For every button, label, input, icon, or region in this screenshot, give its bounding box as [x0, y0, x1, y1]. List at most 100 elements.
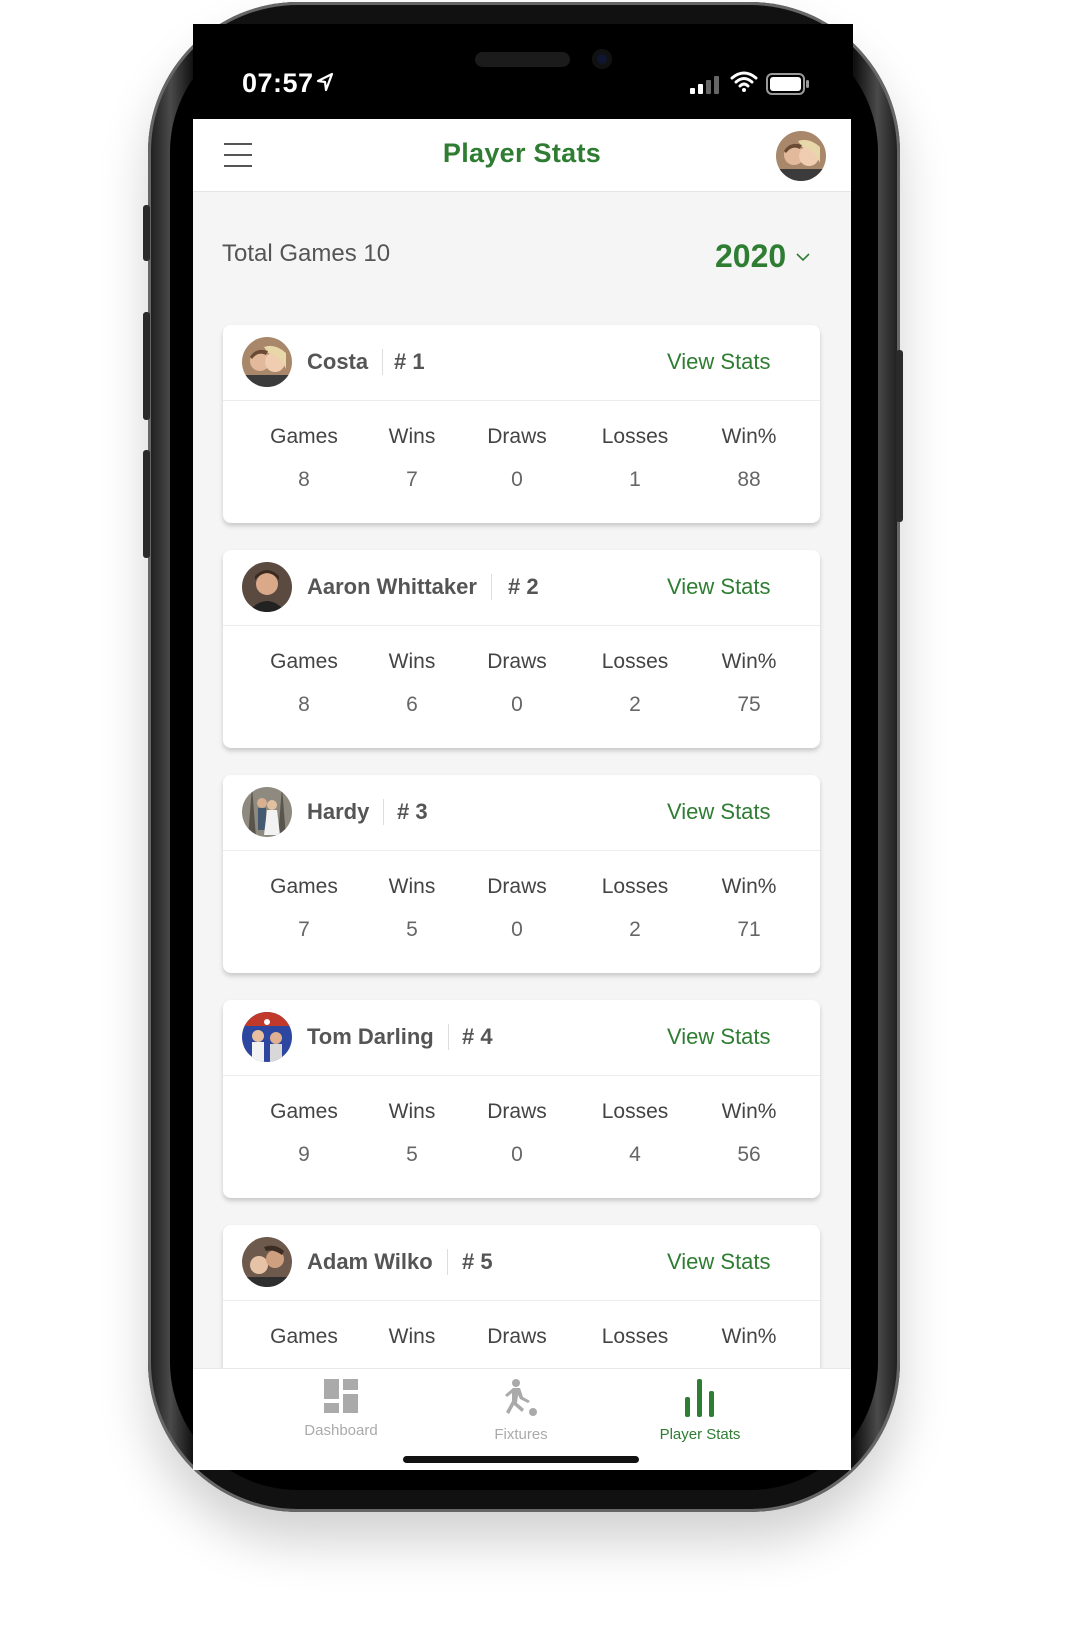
- bar-chart-icon: [685, 1379, 714, 1417]
- stat-label: Games: [270, 425, 338, 448]
- tab-label: Dashboard: [304, 1422, 378, 1439]
- player-avatar: [242, 562, 292, 612]
- stat-games: Games 8: [249, 650, 359, 717]
- stat-value: 7: [298, 918, 310, 941]
- stat-games: Games 8: [249, 425, 359, 492]
- stat-games: Games 7: [249, 875, 359, 942]
- stat-value: 4: [629, 1143, 641, 1166]
- volume-down-button: [143, 450, 150, 558]
- app-screen: Player Stats Total Games 10 2020 Costa #…: [193, 119, 851, 1470]
- stat-label: Losses: [601, 1325, 669, 1348]
- player-name: Tom Darling: [307, 1024, 449, 1050]
- player-rank: # 3: [397, 799, 428, 824]
- location-arrow-icon: [316, 72, 334, 92]
- stat-wins: Wins: [357, 1325, 467, 1368]
- stat-draws: Draws: [462, 1325, 572, 1368]
- stat-losses: Losses 2: [580, 875, 690, 942]
- stat-win-percent: Win%: [694, 1325, 804, 1368]
- player-card-header: Adam Wilko # 5 View Stats: [223, 1225, 820, 1301]
- stat-draws: Draws 0: [462, 1100, 572, 1167]
- stat-value: 6: [406, 693, 418, 716]
- front-camera: [592, 49, 612, 69]
- stat-draws: Draws 0: [462, 650, 572, 717]
- volume-up-button: [143, 312, 150, 420]
- stat-value: 2: [629, 918, 641, 941]
- stat-wins: Wins 5: [357, 1100, 467, 1167]
- fixtures-icon: [505, 1379, 537, 1416]
- stat-label: Losses: [601, 425, 669, 448]
- stat-games: Games 9: [249, 1100, 359, 1167]
- stat-value: 9: [298, 1143, 310, 1166]
- page-title: Player Stats: [442, 138, 602, 168]
- tab-fixtures[interactable]: Fixtures: [451, 1379, 591, 1443]
- stat-value: 5: [406, 918, 418, 941]
- stat-label: Wins: [388, 1325, 436, 1348]
- battery-icon: [766, 73, 809, 95]
- bottom-tab-bar: Dashboard Fixtures Player Stats: [193, 1368, 851, 1470]
- stat-wins: Wins 5: [357, 875, 467, 942]
- stat-label: Games: [270, 1325, 338, 1348]
- stat-wins: Wins 7: [357, 425, 467, 492]
- player-avatar: [242, 787, 292, 837]
- stat-label: Win%: [721, 650, 777, 673]
- tab-dashboard[interactable]: Dashboard: [271, 1379, 411, 1439]
- stat-label: Losses: [601, 875, 669, 898]
- player-avatar: [242, 1237, 292, 1287]
- dashboard-icon: [324, 1379, 358, 1413]
- player-card: Tom Darling # 4 View Stats Games 9 Wins 5 …: [223, 1000, 820, 1198]
- view-stats-link[interactable]: View Stats: [667, 1249, 771, 1275]
- chevron-down-icon: [796, 253, 810, 262]
- stat-losses: Losses 4: [580, 1100, 690, 1167]
- player-name: Aaron Whittaker: [307, 574, 492, 600]
- tab-player-stats[interactable]: Player Stats: [630, 1379, 770, 1443]
- stat-label: Losses: [601, 1100, 669, 1123]
- stat-value: 8: [298, 693, 310, 716]
- stat-label: Draws: [487, 875, 547, 898]
- view-stats-link[interactable]: View Stats: [667, 1024, 771, 1050]
- stat-label: Draws: [487, 425, 547, 448]
- player-rank: # 5: [462, 1249, 493, 1274]
- power-button: [896, 350, 903, 522]
- year-selector[interactable]: 2020: [715, 238, 810, 275]
- player-rank: # 4: [462, 1024, 493, 1049]
- view-stats-link[interactable]: View Stats: [667, 349, 771, 375]
- tab-label: Fixtures: [494, 1426, 548, 1443]
- view-stats-link[interactable]: View Stats: [667, 799, 771, 825]
- stat-label: Wins: [388, 1100, 436, 1123]
- stat-label: Games: [270, 875, 338, 898]
- user-avatar[interactable]: [776, 131, 826, 181]
- stat-value: 75: [737, 693, 761, 716]
- tab-label: Player Stats: [659, 1426, 741, 1443]
- stat-label: Losses: [601, 650, 669, 673]
- player-name: Costa: [307, 349, 384, 375]
- cellular-signal-icon: [690, 76, 719, 94]
- stat-value: 8: [298, 468, 310, 491]
- stat-draws: Draws 0: [462, 425, 572, 492]
- player-name: Adam Wilko: [307, 1249, 448, 1275]
- player-rank: # 1: [394, 349, 425, 374]
- stat-label: Draws: [487, 650, 547, 673]
- player-rank: # 2: [508, 574, 539, 599]
- stat-label: Games: [270, 1100, 338, 1123]
- total-games-label: Total Games 10: [222, 240, 391, 267]
- view-stats-link[interactable]: View Stats: [667, 574, 771, 600]
- stat-games: Games: [249, 1325, 359, 1368]
- player-card: Aaron Whittaker # 2 View Stats Games 8 Wi…: [223, 550, 820, 748]
- stat-label: Win%: [721, 425, 777, 448]
- stat-wins: Wins 6: [357, 650, 467, 717]
- stat-label: Wins: [388, 875, 436, 898]
- speaker-grille: [475, 52, 570, 67]
- stat-losses: Losses 1: [580, 425, 690, 492]
- player-card: Costa # 1 View Stats Games 8 Wins 7 Draws 0…: [223, 325, 820, 523]
- player-avatar: [242, 337, 292, 387]
- stat-draws: Draws 0: [462, 875, 572, 942]
- stat-value: 1: [629, 468, 641, 491]
- wifi-icon: [730, 71, 758, 92]
- stat-label: Win%: [721, 1100, 777, 1123]
- stat-win-percent: Win% 88: [694, 425, 804, 492]
- stat-label: Wins: [388, 650, 436, 673]
- year-value: 2020: [715, 238, 787, 274]
- stat-label: Draws: [487, 1325, 547, 1348]
- stat-value: 71: [737, 918, 761, 941]
- home-indicator[interactable]: [403, 1456, 639, 1463]
